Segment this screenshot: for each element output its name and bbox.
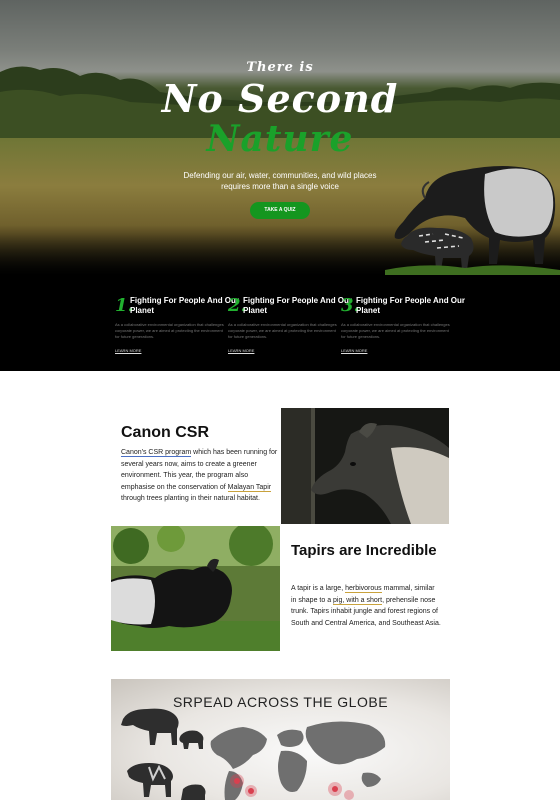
csr-text: Canon's CSR program which has been runni… — [121, 447, 281, 505]
tapir-silhouettes — [121, 708, 206, 800]
malayan-tapir-highlight: Malayan Tapir — [227, 483, 272, 492]
learn-more-link[interactable]: LEARN MORE — [115, 348, 141, 353]
continents — [210, 721, 386, 800]
csr-program-link[interactable]: Canon's CSR program — [121, 449, 192, 457]
tapirs-title: Tapirs are Incredible — [291, 542, 437, 559]
tapirs-text-part: A tapir is a large, — [291, 585, 346, 592]
csr-text-part: through trees planting in their natural … — [121, 495, 260, 502]
feature-description: As a collaborative environmental organiz… — [115, 322, 224, 339]
feature-heading: Fighting For People And Our Planet — [130, 296, 240, 315]
features-strip: 1. Fighting For People And Our Planet As… — [0, 275, 560, 371]
take-quiz-button[interactable]: TAKE A QUIZ — [250, 202, 310, 219]
tapirs-text: A tapir is a large, herbivorous mammal, … — [291, 583, 441, 629]
feature-description: As a collaborative environmental organiz… — [341, 322, 450, 339]
learn-more-link[interactable]: LEARN MORE — [341, 348, 367, 353]
feature-description: As a collaborative environmental organiz… — [228, 322, 337, 339]
hero-title-line1: No Second — [161, 76, 399, 121]
hero-kicker: There is — [246, 60, 314, 75]
hero-section: There is No Second Nature Defending our … — [0, 0, 560, 275]
learn-more-link[interactable]: LEARN MORE — [228, 348, 254, 353]
tapir-illustration — [385, 166, 560, 275]
feature-heading: Fighting For People And Our Planet — [356, 296, 466, 315]
herbivorous-highlight: herbivorous — [345, 585, 382, 593]
feature-heading: Fighting For People And Our Planet — [243, 296, 353, 315]
hero-title-line2: Nature — [206, 118, 354, 160]
globe-map-banner: SRPEAD ACROSS THE GLOBE — [111, 679, 450, 800]
tapir-lying-photo — [111, 526, 280, 651]
hero-subtitle: Defending our air, water, communities, a… — [183, 171, 377, 191]
pig-highlight: pig, with a short — [333, 596, 383, 605]
csr-title: Canon CSR — [121, 424, 209, 441]
tapir-closeup-photo — [281, 408, 449, 524]
world-map-graphic — [121, 708, 386, 800]
